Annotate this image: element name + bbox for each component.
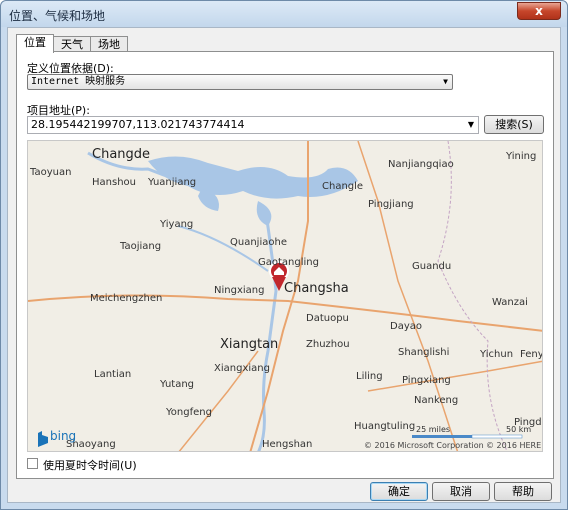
city-label: Xiangxiang	[214, 363, 270, 374]
city-label: Yichun	[480, 349, 514, 360]
city-label: Liling	[356, 371, 383, 382]
city-label: Nankeng	[414, 395, 459, 406]
dialog-window: 位置、气候和场地 x 位置 天气 场地 定义位置依据(D): Internet …	[0, 0, 568, 510]
city-label: Nanjiangqiao	[388, 159, 454, 170]
city-label: Yiyang	[160, 219, 194, 230]
city-label: Yining	[506, 151, 537, 162]
window-title: 位置、气候和场地	[9, 9, 106, 23]
chevron-down-icon: ▼	[467, 120, 474, 129]
tab-location[interactable]: 位置	[16, 34, 54, 53]
title-bar[interactable]: 位置、气候和场地 x	[1, 1, 567, 27]
city-label: Hengshan	[262, 439, 313, 450]
city-label: Gaotangling	[258, 257, 319, 268]
location-tab-panel: 定义位置依据(D): Internet 映射服务 ▼ 项目地址(P): 28.1…	[16, 51, 554, 479]
copyright-here: © 2016 HERE	[486, 441, 542, 450]
city-label: Zhuzhou	[306, 339, 350, 350]
project-address-value: 28.195442199707,113.021743774414	[31, 118, 245, 131]
close-button[interactable]: x	[517, 2, 561, 20]
search-button[interactable]: 搜索(S)	[484, 115, 544, 134]
define-location-value: Internet 映射服务	[31, 76, 126, 87]
copyright-microsoft: © 2016 Microsoft Corporation	[364, 441, 484, 450]
city-label: Guandu	[412, 261, 452, 272]
chevron-down-icon: ▼	[443, 77, 448, 86]
city-label: Xiangtan	[220, 337, 279, 352]
city-label: Datuopu	[306, 313, 349, 324]
dst-label[interactable]: 使用夏时令时间(U)	[43, 457, 137, 473]
scale-km: 50 km	[506, 425, 532, 434]
city-label: Pingjiang	[368, 199, 414, 210]
cancel-button[interactable]: 取消	[432, 482, 490, 501]
map-view[interactable]: Changde Changsha Xiangtan Taoyuan Hansho…	[27, 140, 543, 452]
tab-strip: 位置 天气 场地	[16, 34, 128, 53]
city-label: Changle	[322, 181, 364, 192]
city-label: Taojiang	[120, 241, 162, 252]
city-label: Taoyuan	[30, 167, 72, 178]
city-label: Pingxiang	[402, 375, 451, 386]
city-label: Hanshou	[92, 177, 136, 188]
city-label: Meichengzhen	[90, 293, 163, 304]
dialog-client-area: 位置 天气 场地 定义位置依据(D): Internet 映射服务 ▼ 项目地址…	[7, 27, 561, 503]
city-label: Yongfeng	[166, 407, 212, 418]
city-label: Changde	[92, 147, 151, 162]
help-button[interactable]: 帮助	[494, 482, 552, 501]
dst-checkbox[interactable]	[27, 458, 38, 469]
city-label: Lantian	[94, 369, 132, 380]
city-label: Yutang	[160, 379, 195, 390]
city-label: Changsha	[284, 281, 349, 296]
city-label: Wanzai	[492, 297, 528, 308]
city-label: Fenyi	[520, 349, 542, 360]
city-label: Quanjiaohe	[230, 237, 287, 248]
city-label: Huangtuling	[354, 421, 416, 432]
define-location-select[interactable]: Internet 映射服务 ▼	[27, 74, 453, 90]
scale-miles: 25 miles	[416, 425, 451, 434]
project-address-input[interactable]: 28.195442199707,113.021743774414 ▼	[27, 116, 479, 134]
city-label: Shanglishi	[398, 347, 450, 358]
city-label: Ningxiang	[214, 285, 265, 296]
city-label: Yuanjiang	[148, 177, 197, 188]
city-label: Dayao	[390, 321, 422, 332]
ok-button[interactable]: 确定	[370, 482, 428, 501]
bing-logo: bing	[50, 429, 77, 443]
